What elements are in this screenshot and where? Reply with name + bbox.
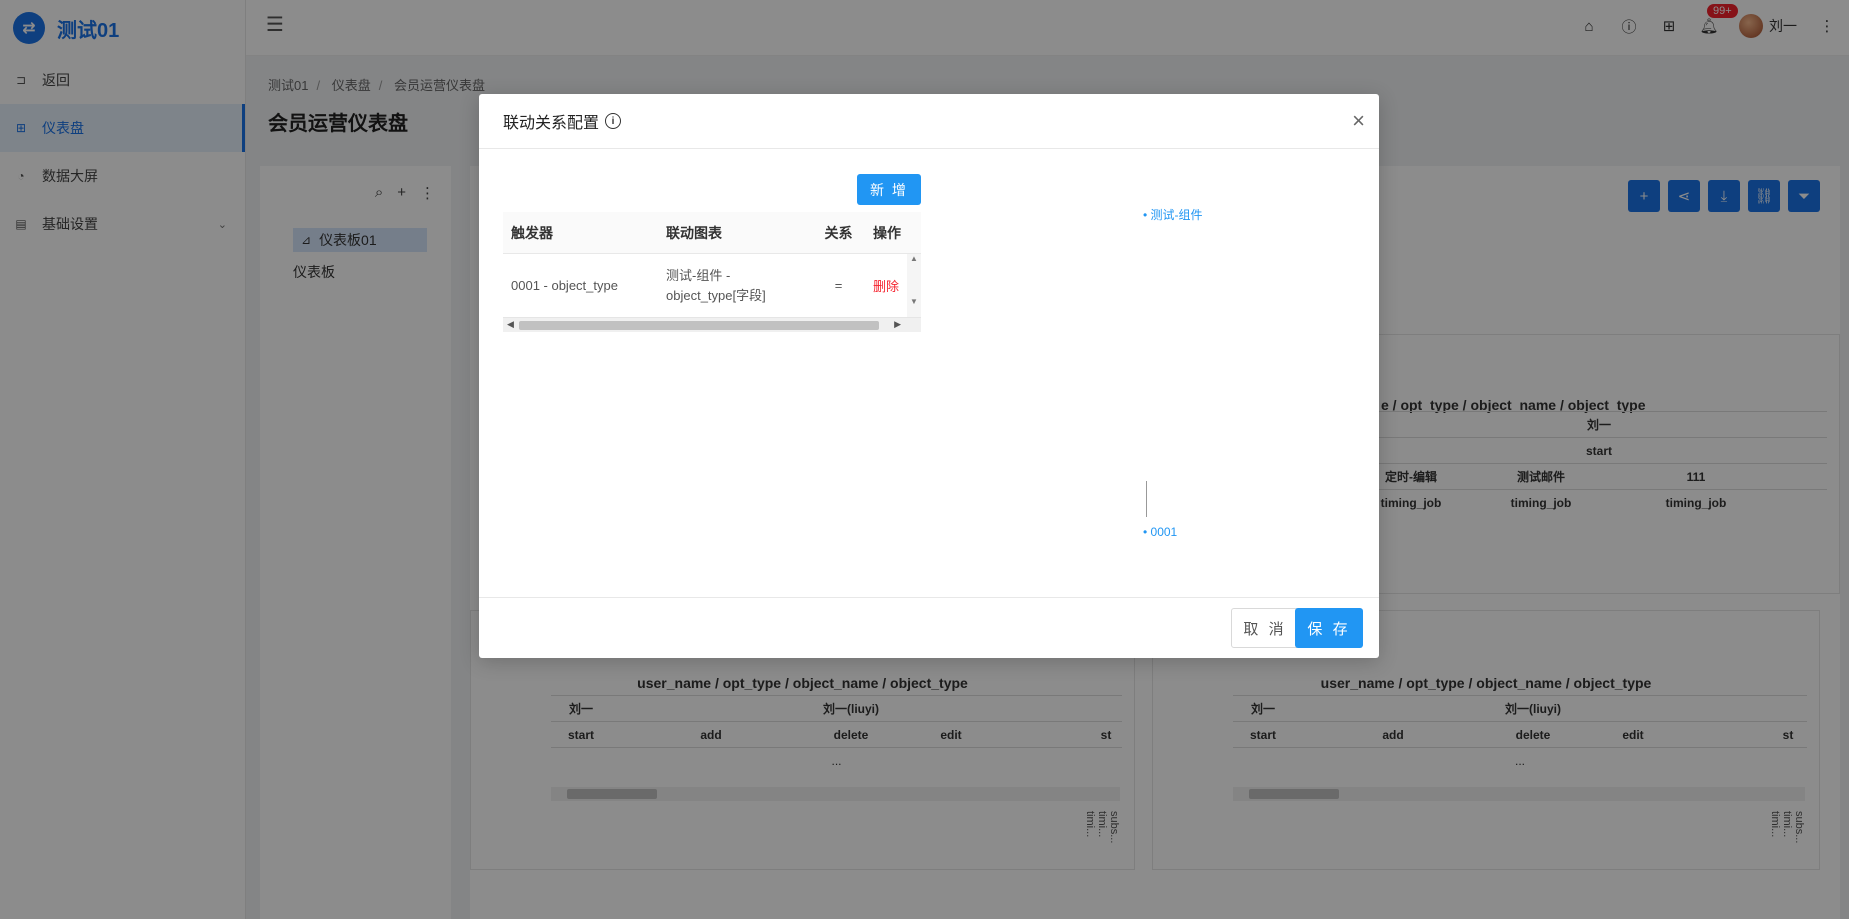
info-icon[interactable]: i xyxy=(605,113,622,129)
dialog-footer: 取 消 保 存 xyxy=(479,597,1379,658)
close-icon[interactable]: × xyxy=(1352,110,1365,132)
dialog-title: 联动关系配置 xyxy=(503,115,600,132)
horizontal-scrollbar[interactable]: ◀ ▶ xyxy=(503,317,921,332)
vertical-scrollbar[interactable]: ▲ ▼ xyxy=(907,254,921,317)
column-header-trigger: 触发器 xyxy=(511,224,553,241)
linked-chart-cell: 测试-组件 - object_type[字段] xyxy=(666,267,766,303)
graph-edge xyxy=(1146,481,1147,517)
linkage-table: 触发器 联动图表 关系 操作 0001 - object_type 测试-组件 … xyxy=(503,212,921,332)
column-header-relation: 关系 xyxy=(824,224,853,241)
column-header-action: 操作 xyxy=(873,224,901,241)
scroll-left-icon[interactable]: ◀ xyxy=(507,319,514,330)
scroll-down-icon[interactable]: ▼ xyxy=(907,297,921,306)
table-header: 触发器 联动图表 关系 操作 xyxy=(503,212,921,254)
graph-node-component[interactable]: • 测试-组件 xyxy=(1143,206,1203,223)
linkage-config-dialog: 联动关系配置 i × 新 增 触发器 联动图表 关系 操作 0001 - obj… xyxy=(479,94,1379,658)
relation-cell: = xyxy=(834,278,843,293)
save-button[interactable]: 保 存 xyxy=(1295,608,1363,648)
column-header-linked-chart: 联动图表 xyxy=(666,224,722,241)
trigger-cell: 0001 - object_type xyxy=(511,278,618,293)
cancel-button[interactable]: 取 消 xyxy=(1231,608,1299,648)
scroll-up-icon[interactable]: ▲ xyxy=(907,254,921,263)
table-row: 0001 - object_type 测试-组件 - object_type[字… xyxy=(503,254,921,317)
scroll-right-icon[interactable]: ▶ xyxy=(894,319,901,330)
add-button[interactable]: 新 增 xyxy=(857,174,921,205)
graph-node-trigger[interactable]: • 0001 xyxy=(1143,525,1177,539)
